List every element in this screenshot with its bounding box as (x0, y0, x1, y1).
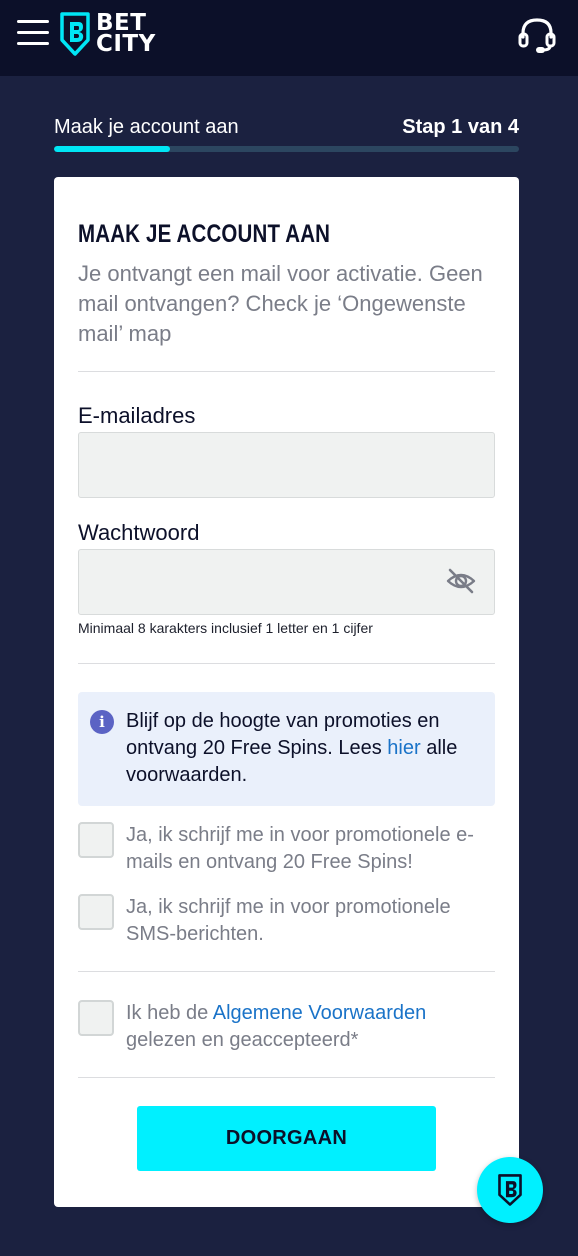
password-field[interactable] (78, 549, 495, 615)
consent-email-row: Ja, ik schrijf me in voor promotionele e… (78, 822, 495, 878)
consent-sms-row: Ja, ik schrijf me in voor promotionele S… (78, 894, 495, 950)
terms-text-before: Ik heb de (126, 1002, 213, 1024)
divider (78, 371, 495, 372)
divider (78, 971, 495, 972)
betcity-chat-button[interactable] (477, 1157, 543, 1223)
step-progress-bar (54, 146, 519, 152)
consent-sms-label: Ja, ik schrijf me in voor promotionele S… (126, 896, 451, 945)
step-count: Stap 1 van 4 (402, 116, 519, 138)
hamburger-menu-icon[interactable] (17, 20, 49, 48)
terms-label: Ik heb de Algemene Voorwaarden gelezen e… (126, 1000, 496, 1054)
divider (78, 1077, 495, 1078)
betcity-logo[interactable]: BET CITY (59, 9, 156, 59)
password-label: Wachtwoord (78, 520, 200, 545)
continue-button[interactable]: DOORGAAN (137, 1106, 436, 1171)
step-label: Maak je account aan (54, 116, 239, 138)
consent-sms-checkbox[interactable] (78, 894, 114, 930)
terms-checkbox[interactable] (78, 1000, 114, 1036)
form-title: MAAK JE ACCOUNT AAN (78, 220, 331, 248)
betcity-shield-icon (498, 1174, 522, 1206)
terms-text-after: gelezen en geaccepteerd* (126, 1029, 359, 1051)
info-icon: i (90, 710, 114, 734)
headset-icon[interactable] (516, 15, 558, 55)
eye-slash-icon[interactable] (445, 567, 477, 595)
terms-row: Ik heb de Algemene Voorwaarden gelezen e… (78, 1000, 495, 1056)
email-field[interactable] (78, 432, 495, 498)
promo-info-text: Blijf op de hoogte van promoties en ontv… (126, 708, 486, 789)
top-bar: BET CITY (0, 0, 578, 76)
logo-text: BET CITY (96, 12, 156, 57)
consent-email-label: Ja, ik schrijf me in voor promotionele e… (126, 824, 474, 873)
form-description: Je ontvangt een mail voor activatie. Gee… (78, 261, 483, 346)
betcity-shield-icon (60, 12, 90, 56)
promo-info-box: i Blijf op de hoogte van promoties en on… (78, 692, 495, 806)
password-hint: Minimaal 8 karakters inclusief 1 letter … (78, 620, 373, 636)
step-progress-fill (54, 146, 171, 152)
consent-email-checkbox[interactable] (78, 822, 114, 858)
email-label: E-mailadres (78, 403, 196, 428)
promo-terms-link[interactable]: hier (387, 737, 420, 759)
terms-link[interactable]: Algemene Voorwaarden (213, 1002, 426, 1024)
divider (78, 663, 495, 664)
signup-card: MAAK JE ACCOUNT AAN Je ontvangt een mail… (54, 177, 519, 1207)
logo-line-2: CITY (96, 31, 156, 57)
